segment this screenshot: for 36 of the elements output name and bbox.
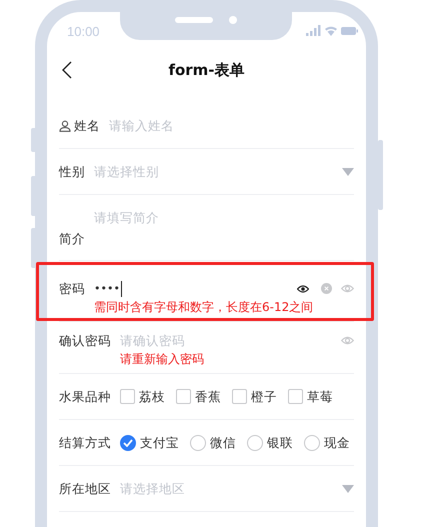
checkbox-label[interactable]: 香蕉 <box>195 387 221 406</box>
radio-button[interactable] <box>120 434 136 450</box>
checkbox[interactable] <box>232 389 247 404</box>
radio-label[interactable]: 现金 <box>324 433 350 452</box>
checkbox-label[interactable]: 草莓 <box>307 387 333 406</box>
radio-button[interactable] <box>190 434 206 450</box>
field-label: 简介 <box>59 230 85 248</box>
field-label: 确认密码 <box>59 332 111 350</box>
dropdown-arrow-icon[interactable] <box>342 484 354 492</box>
error-message: 需同时含有字母和数字，长度在6-12之间 <box>93 299 314 316</box>
back-icon[interactable] <box>62 61 72 79</box>
field-label: 结算方式 <box>59 434 111 452</box>
radio-button[interactable] <box>247 434 263 450</box>
radio-button[interactable] <box>304 434 320 450</box>
checkbox[interactable] <box>120 389 135 404</box>
field-label: 性别 <box>59 163 85 181</box>
field-label: 姓名 <box>74 117 100 135</box>
radio-label[interactable]: 支付宝 <box>140 433 179 452</box>
clear-icon[interactable] <box>321 283 332 294</box>
eye-icon[interactable] <box>297 284 309 292</box>
field-label: 水果品种 <box>59 388 111 406</box>
error-message: 请重新输入密码 <box>119 351 205 368</box>
page-title: form-表单 <box>168 60 245 80</box>
radio-label[interactable]: 银联 <box>267 433 293 452</box>
dropdown-arrow-icon[interactable] <box>342 168 354 176</box>
checkbox[interactable] <box>176 389 191 404</box>
check-icon <box>123 438 133 446</box>
checkbox-label[interactable]: 橙子 <box>251 387 277 406</box>
password-field[interactable]: •••• <box>94 279 288 298</box>
checkbox-label[interactable]: 荔枝 <box>139 387 165 406</box>
status-icons <box>306 25 358 37</box>
field-label: 所在地区 <box>59 480 111 498</box>
field-label: 密码 <box>59 280 85 298</box>
checkbox[interactable] <box>288 389 303 404</box>
status-time: 10:00 <box>67 24 100 38</box>
radio-label[interactable]: 微信 <box>210 433 236 452</box>
